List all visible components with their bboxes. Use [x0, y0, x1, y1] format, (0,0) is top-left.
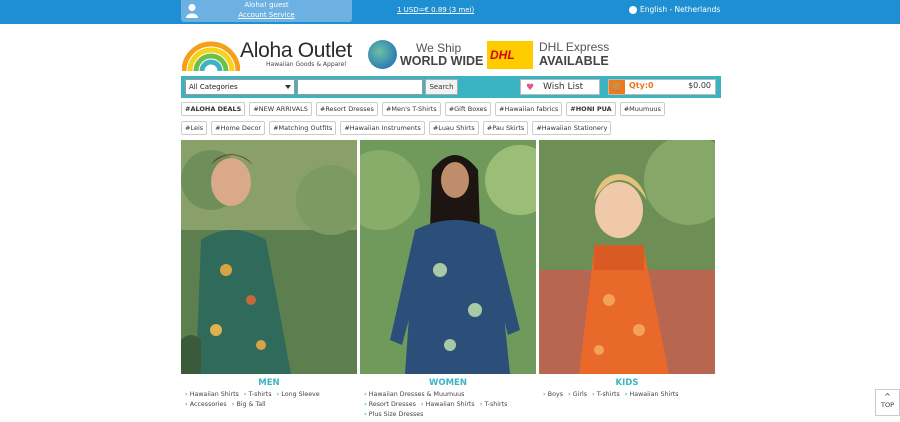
dhl-logo: DHL [487, 41, 533, 69]
tag-link[interactable]: #Matching Outfits [269, 121, 337, 135]
brand-tagline: Hawaiian Goods & Apparel [266, 61, 347, 68]
women-category-image[interactable] [360, 140, 536, 374]
kids-links: Boys Girls T-shirts Hawaiian Shirts [543, 390, 713, 400]
tag-link[interactable]: #Hawaiian fabrics [495, 102, 563, 116]
category-men: MEN Hawaiian Shirts T-shirts Long Sleeve A… [181, 140, 357, 422]
back-to-top-button[interactable]: ^ TOP [875, 389, 900, 416]
user-box: Aloha! guest Account Service [181, 0, 352, 22]
men-link[interactable]: T-shirts [244, 391, 272, 398]
tag-link[interactable]: #Muumuus [619, 102, 665, 116]
women-link[interactable]: T-shirts [480, 401, 508, 408]
search-button[interactable]: Search [425, 79, 458, 95]
rainbow-logo-icon [182, 41, 240, 71]
men-links: Hawaiian Shirts T-shirts Long Sleeve Acces… [185, 390, 355, 410]
wish-list-button[interactable]: ♥ Wish List [520, 79, 600, 95]
women-link[interactable]: Hawaiian Dresses & Muumuus [364, 391, 464, 398]
language-label: English - Netherlands [640, 5, 721, 14]
men-link[interactable]: Long Sleeve [277, 391, 320, 398]
chevron-up-icon: ^ [884, 392, 891, 401]
women-link[interactable]: Resort Dresses [364, 401, 416, 408]
wish-list-label: Wish List [543, 82, 584, 92]
cart-icon: 🛒 [609, 80, 625, 94]
tag-link[interactable]: #Pau Skirts [482, 121, 529, 135]
top-bar: Aloha! guest Account Service 1 USD=€ 0.8… [0, 0, 900, 24]
world-globe-icon [368, 40, 397, 69]
category-select[interactable]: All Categories [185, 79, 295, 95]
tag-link[interactable]: #Luau Shirts [428, 121, 479, 135]
tag-link[interactable]: #Gift Boxes [444, 102, 492, 116]
cart-button[interactable]: 🛒 Qty:0 $0.00 [608, 79, 716, 95]
dhl-line2: AVAILABLE [539, 54, 609, 68]
worldwide-shipping-banner: We Ship WORLD WIDE [368, 40, 484, 70]
chevron-down-icon [285, 85, 291, 89]
dhl-line1: DHL Express [539, 40, 610, 54]
men-link[interactable]: Accessories [185, 401, 227, 408]
tag-link[interactable]: #Men's T-Shirts [381, 102, 441, 116]
language-selector[interactable]: English - Netherlands [629, 5, 720, 14]
shipping-line2: WORLD WIDE [400, 54, 484, 68]
tag-row-1: #ALOHA DEALS #NEW ARRIVALS #Resort Dress… [181, 102, 721, 116]
category-kids: KIDS Boys Girls T-shirts Hawaiian Shirts [539, 140, 715, 422]
brand-name: Aloha Outlet [240, 39, 352, 62]
men-title[interactable]: MEN [181, 378, 357, 388]
tag-link[interactable]: #Resort Dresses [315, 102, 378, 116]
shipping-line1: We Ship [416, 41, 462, 55]
back-to-top-label: TOP [880, 401, 894, 409]
search-bar: All Categories Search ♥ Wish List 🛒 Qty:… [181, 76, 721, 98]
kids-category-image[interactable] [539, 140, 715, 374]
tag-link[interactable]: #Leis [181, 121, 208, 135]
tag-row-2: #Leis #Home Decor #Matching Outfits #Haw… [181, 121, 721, 135]
kids-title[interactable]: KIDS [539, 378, 715, 388]
kids-link[interactable]: Hawaiian Shirts [625, 391, 679, 398]
tag-link[interactable]: #Hawaiian Instruments [340, 121, 425, 135]
globe-icon [629, 5, 637, 14]
tag-link[interactable]: #NEW ARRIVALS [249, 102, 312, 116]
men-category-image[interactable] [181, 140, 357, 374]
greeting-text: Aloha! guest [244, 1, 289, 9]
women-link[interactable]: Plus Size Dresses [364, 411, 423, 418]
kids-link[interactable]: Girls [568, 391, 587, 398]
men-link[interactable]: Big & Tall [232, 401, 266, 408]
account-service-link[interactable]: Account Service [181, 11, 352, 20]
kids-link[interactable]: T-shirts [592, 391, 620, 398]
kids-link[interactable]: Boys [543, 391, 563, 398]
search-input[interactable] [297, 79, 423, 95]
site-logo[interactable]: Aloha Outlet Hawaiian Goods & Apparel [182, 39, 367, 71]
heart-icon: ♥ [526, 83, 535, 93]
women-links: Hawaiian Dresses & Muumuus Resort Dresse… [364, 390, 534, 420]
women-link[interactable]: Hawaiian Shirts [421, 401, 475, 408]
tag-link[interactable]: #Hawaiian Stationery [532, 121, 612, 135]
tag-link[interactable]: #Home Decor [211, 121, 266, 135]
cart-amount: $0.00 [688, 81, 711, 90]
tag-link[interactable]: #ALOHA DEALS [181, 102, 246, 116]
women-title[interactable]: WOMEN [360, 378, 536, 388]
category-women: WOMEN Hawaiian Dresses & Muumuus Resort … [360, 140, 536, 422]
exchange-rate-link[interactable]: 1 USD=€ 0.89 (3 mei) [397, 6, 474, 14]
tag-link[interactable]: #HONI PUA [566, 102, 616, 116]
dhl-banner: DHL DHL Express AVAILABLE [487, 40, 611, 70]
cart-qty: Qty:0 [629, 81, 654, 90]
men-link[interactable]: Hawaiian Shirts [185, 391, 239, 398]
